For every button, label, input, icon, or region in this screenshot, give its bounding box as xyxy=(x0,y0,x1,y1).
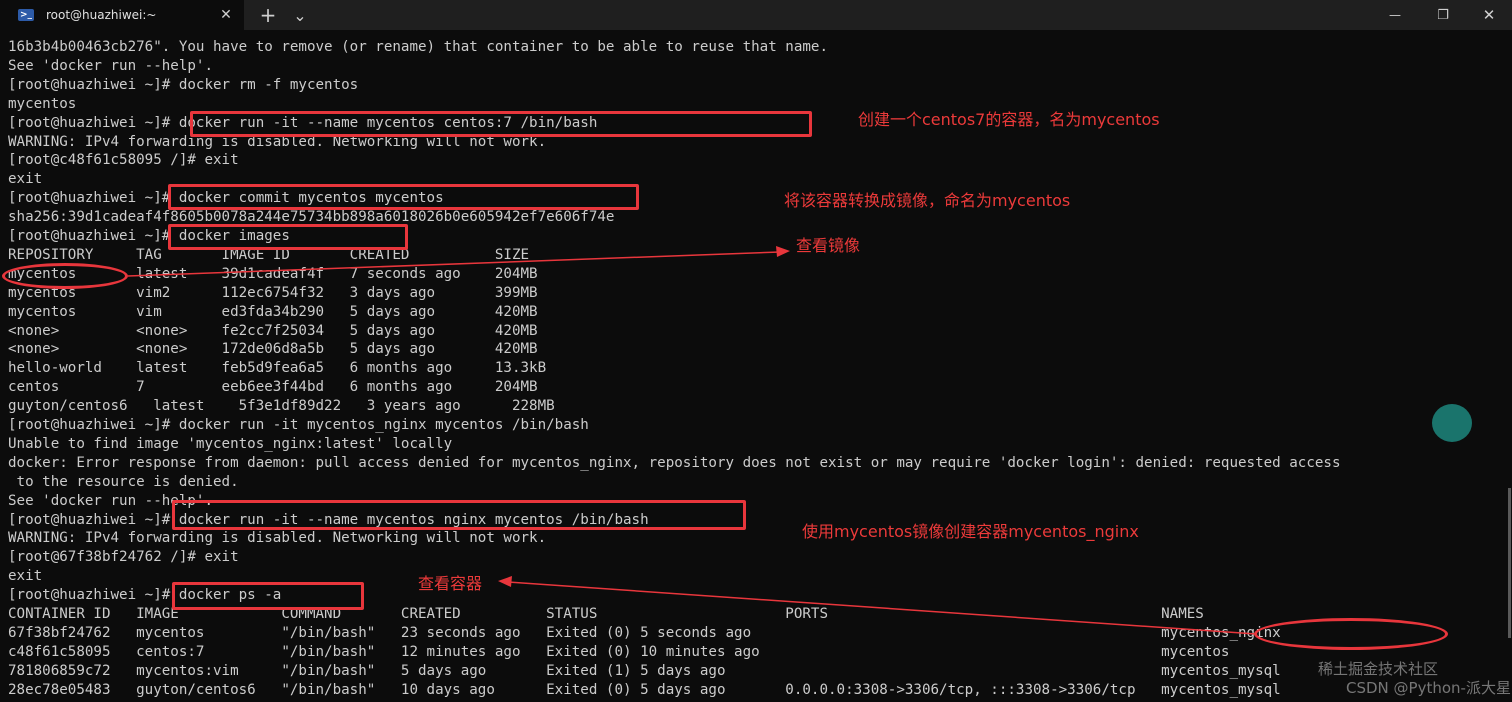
note-create-container: 创建一个centos7的容器，名为mycentos xyxy=(858,110,1160,129)
arrow-head-containers xyxy=(498,576,512,587)
arrow-head-images xyxy=(776,246,790,257)
arrow-line-containers xyxy=(507,581,1257,635)
note-commit-image: 将该容器转换成镜像，命名为mycentos xyxy=(784,191,1071,210)
watermark-csdn: CSDN @Python-派大星 xyxy=(1346,679,1511,697)
arrow-line-images xyxy=(127,251,781,277)
note-create-nginx: 使用mycentos镜像创建容器mycentos_nginx xyxy=(802,522,1139,541)
watermark-juejin: 稀土掘金技术社区 xyxy=(1318,660,1439,678)
annotation-arrows xyxy=(127,246,1257,635)
note-view-images: 查看镜像 xyxy=(796,236,861,255)
note-view-containers: 查看容器 xyxy=(418,574,483,593)
scrollbar[interactable] xyxy=(1508,488,1511,638)
juejin-logo-icon xyxy=(1432,404,1472,442)
